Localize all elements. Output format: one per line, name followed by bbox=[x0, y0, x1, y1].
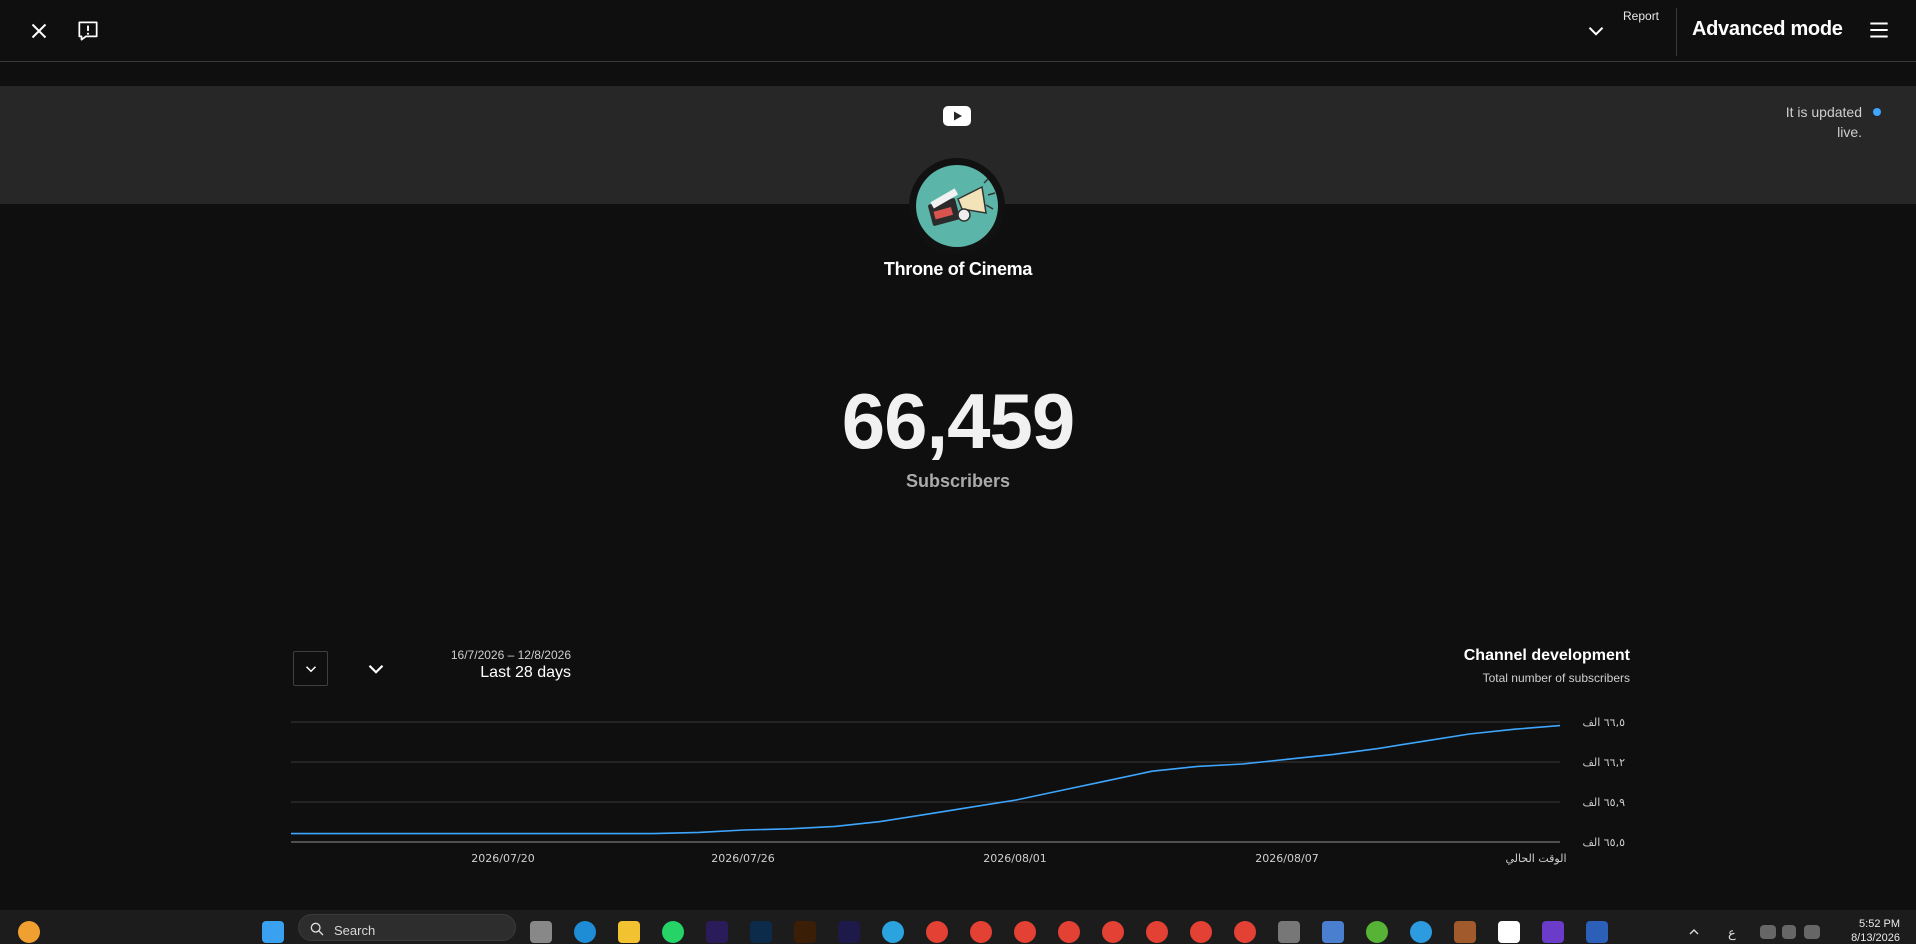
file-explorer-icon[interactable] bbox=[618, 921, 640, 943]
search-icon bbox=[310, 922, 324, 936]
chrome-icon[interactable] bbox=[1014, 921, 1036, 943]
chrome-icon[interactable] bbox=[1058, 921, 1080, 943]
edge-icon[interactable] bbox=[574, 921, 596, 943]
x-tick-label: 2026/07/26 bbox=[711, 852, 774, 865]
y-tick-label: ٦٥,٥ الف bbox=[1582, 836, 1625, 849]
live-indicator-dot bbox=[1873, 108, 1881, 116]
taskbar-search[interactable] bbox=[298, 914, 516, 941]
divider bbox=[1676, 8, 1677, 56]
y-tick-label: ٦٦,٢ الف bbox=[1582, 756, 1625, 769]
youtube-icon bbox=[943, 106, 971, 126]
report-link[interactable]: Report bbox=[1623, 9, 1659, 23]
task-view-icon[interactable] bbox=[530, 921, 552, 943]
page: Report Advanced mode It is updated live.… bbox=[0, 0, 1916, 944]
subscribers-line-chart: ٦٥,٥ الف ٦٥,٩ الف ٦٦,٢ الف ٦٦,٥ الف 2026/07/… bbox=[291, 716, 1625, 865]
date-range: 16/7/2026 – 12/8/2026 bbox=[450, 648, 571, 662]
x-tick-label: 2026/08/01 bbox=[983, 852, 1046, 865]
chevron-down-icon[interactable] bbox=[1583, 18, 1609, 44]
top-bar: Report Advanced mode bbox=[0, 0, 1916, 62]
chrome-icon[interactable] bbox=[926, 921, 948, 943]
taskbar bbox=[0, 910, 1916, 944]
css-icon[interactable] bbox=[1542, 921, 1564, 943]
feedback-icon[interactable] bbox=[75, 18, 101, 44]
tray-chevron-up-icon[interactable] bbox=[1686, 924, 1702, 940]
avatar[interactable] bbox=[909, 158, 1005, 254]
after-effects-icon[interactable] bbox=[838, 921, 860, 943]
x-tick-label: الوقت الحالي bbox=[1505, 852, 1566, 865]
telegram-icon[interactable] bbox=[882, 921, 904, 943]
whatsapp-icon[interactable] bbox=[662, 921, 684, 943]
advanced-mode-title: Advanced mode bbox=[1692, 18, 1843, 40]
network-icon[interactable] bbox=[1760, 925, 1776, 939]
volume-icon[interactable] bbox=[1782, 925, 1796, 939]
word-icon[interactable] bbox=[1586, 921, 1608, 943]
chevron-down-icon bbox=[305, 665, 316, 672]
chrome-icon[interactable] bbox=[1146, 921, 1168, 943]
channel-logo bbox=[916, 165, 998, 247]
language-indicator[interactable]: ع bbox=[1728, 925, 1736, 941]
battery-icon[interactable] bbox=[1804, 925, 1820, 939]
chart-options-button[interactable] bbox=[293, 651, 328, 686]
illustrator-icon[interactable] bbox=[794, 921, 816, 943]
start-icon[interactable] bbox=[262, 921, 284, 943]
microphone-icon[interactable] bbox=[1278, 921, 1300, 943]
calculator-icon[interactable] bbox=[1322, 921, 1344, 943]
clock-time: 5:52 PM bbox=[1859, 918, 1900, 930]
clock-date: 8/13/2026 bbox=[1851, 932, 1900, 944]
close-icon[interactable] bbox=[26, 18, 52, 44]
chrome-icon[interactable] bbox=[1102, 921, 1124, 943]
period-dropdown-chevron-icon[interactable] bbox=[363, 656, 389, 682]
chrome-icon[interactable] bbox=[1234, 921, 1256, 943]
subscriber-count: 66,459 bbox=[841, 377, 1076, 465]
app-icon[interactable] bbox=[1454, 921, 1476, 943]
taskbar-clock[interactable]: 5:52 PM 8/13/2026 bbox=[1830, 917, 1900, 944]
chrome-icon[interactable] bbox=[970, 921, 992, 943]
chrome-icon[interactable] bbox=[1190, 921, 1212, 943]
live-status: It is updated live. bbox=[1785, 104, 1862, 140]
y-tick-label: ٦٥,٩ الف bbox=[1582, 796, 1625, 809]
x-tick-label: 2026/08/07 bbox=[1255, 852, 1318, 865]
search-label: Search bbox=[334, 923, 376, 938]
photoshop-icon[interactable] bbox=[750, 921, 772, 943]
chart-subtitle: Total number of subscribers bbox=[1482, 671, 1630, 685]
notification-icon[interactable] bbox=[18, 921, 40, 943]
utorrent-icon[interactable] bbox=[1366, 921, 1388, 943]
chart-title: Channel development bbox=[1463, 647, 1630, 664]
x-tick-label: 2026/07/20 bbox=[471, 852, 534, 865]
period-selector[interactable]: Last 28 days bbox=[400, 664, 571, 682]
vn-icon[interactable] bbox=[1498, 921, 1520, 943]
hamburger-menu-icon[interactable] bbox=[1866, 17, 1892, 43]
channel-name: Throne of Cinema bbox=[883, 259, 1033, 279]
premiere-icon[interactable] bbox=[706, 921, 728, 943]
y-tick-label: ٦٦,٥ الف bbox=[1582, 716, 1625, 729]
sync-icon[interactable] bbox=[1410, 921, 1432, 943]
subscribers-series-line[interactable] bbox=[291, 724, 1561, 835]
subscriber-label: Subscribers bbox=[905, 471, 1011, 491]
